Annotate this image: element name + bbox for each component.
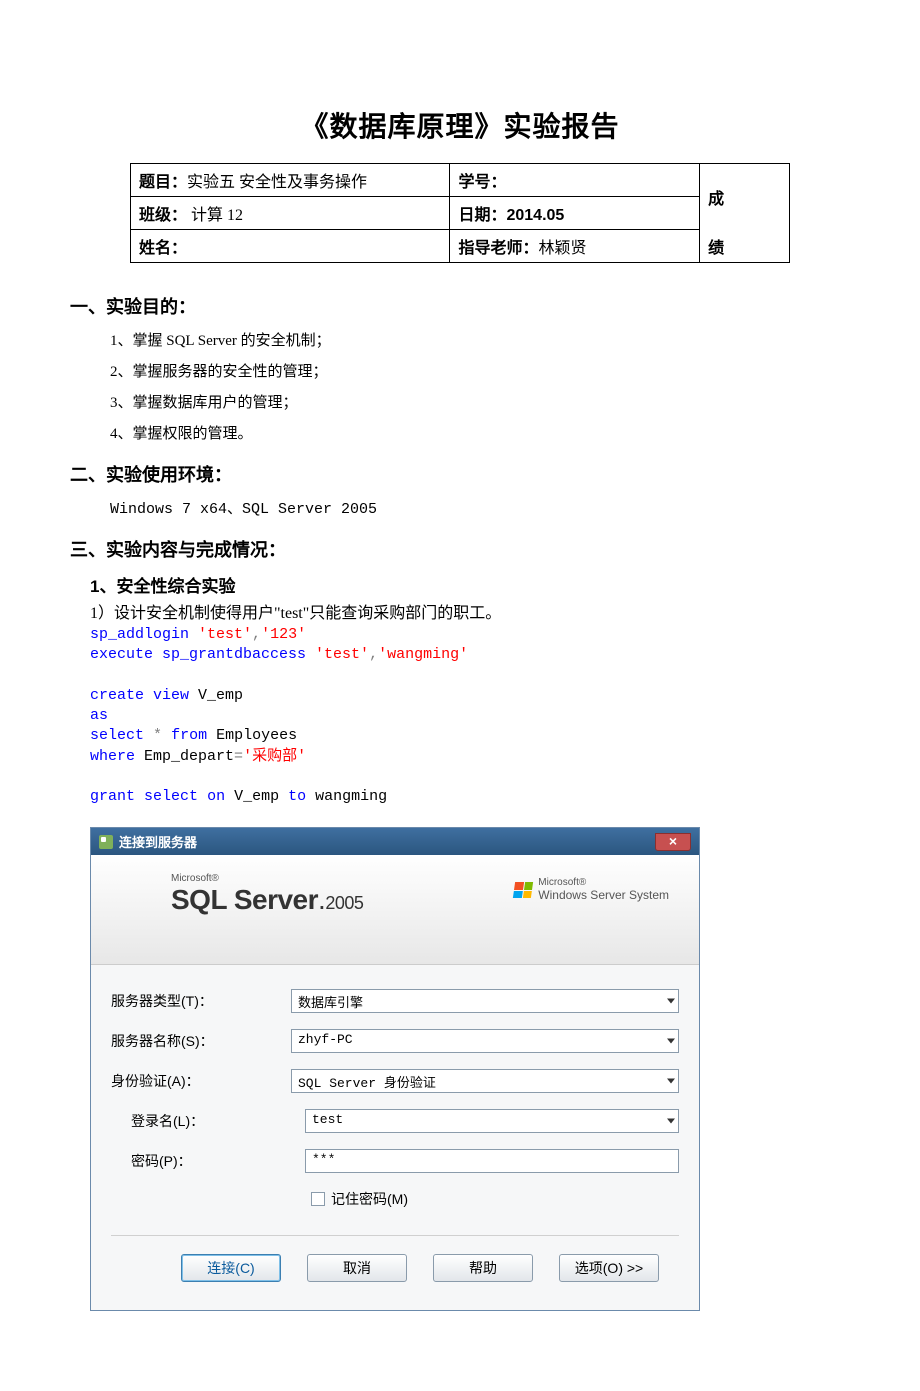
- server-name-label: 服务器名称(S)：: [111, 1031, 291, 1051]
- date-value: 2014.05: [506, 207, 564, 224]
- chevron-down-icon[interactable]: [667, 999, 675, 1004]
- banner-sql-bold: SQL Server: [171, 884, 318, 915]
- sec1-item-2: 2、掌握服务器的安全性的管理；: [110, 360, 850, 381]
- topic-value: 实验五 安全性及事务操作: [187, 174, 367, 191]
- remember-label: 记住密码(M): [331, 1189, 408, 1209]
- class-value: 计算 12: [191, 207, 243, 224]
- section3-head: 三、实验内容与完成情况：: [70, 536, 850, 562]
- wss-text: Windows Server System: [538, 888, 669, 902]
- close-button[interactable]: ×: [655, 833, 691, 851]
- chevron-down-icon[interactable]: [667, 1119, 675, 1124]
- chevron-down-icon[interactable]: [667, 1079, 675, 1084]
- sid-label: 学号：: [458, 174, 506, 191]
- auth-label: 身份验证(A)：: [111, 1071, 291, 1091]
- options-button[interactable]: 选项(O) >>: [559, 1254, 659, 1282]
- cancel-button[interactable]: 取消: [307, 1254, 407, 1282]
- name-label: 姓名：: [139, 240, 187, 257]
- section2-head: 二、实验使用环境：: [70, 461, 850, 487]
- class-label: 班级：: [139, 207, 187, 224]
- remember-checkbox[interactable]: [311, 1192, 325, 1206]
- env-text: Windows 7 x64、SQL Server 2005: [110, 497, 850, 518]
- sec1-item-1: 1、掌握 SQL Server 的安全机制；: [110, 329, 850, 350]
- dialog-banner: Microsoft® SQL Server.2005 Microsoft® Wi…: [91, 855, 699, 965]
- password-input[interactable]: ***: [305, 1149, 679, 1173]
- sec1-item-3: 3、掌握数据库用户的管理；: [110, 391, 850, 412]
- teacher-label: 指导老师：: [458, 240, 538, 257]
- dialog-title: 连接到服务器: [119, 832, 197, 851]
- info-table: 题目：实验五 安全性及事务操作 学号： 成 班级： 计算 12 日期：2014.…: [130, 163, 790, 263]
- button-bar: 连接(C) 取消 帮助 选项(O) >>: [111, 1235, 679, 1302]
- form-area: 服务器类型(T)： 数据库引擎 服务器名称(S)： zhyf-PC 身份验证(A…: [91, 965, 699, 1310]
- date-label: 日期：: [458, 207, 506, 224]
- section3-sub: 1、安全性综合实验: [90, 572, 850, 597]
- section3-task: 1）设计安全机制使得用户"test"只能查询采购部门的职工。: [90, 599, 850, 623]
- section1-head: 一、实验目的：: [70, 293, 850, 319]
- login-combo[interactable]: test: [305, 1109, 679, 1133]
- banner-sql-year: 2005: [325, 893, 363, 913]
- login-label: 登录名(L)：: [111, 1111, 291, 1131]
- password-label: 密码(P)：: [111, 1151, 291, 1171]
- sql-code-block: sp_addlogin 'test','123' execute sp_gran…: [90, 625, 850, 807]
- document-title: 《数据库原理》实验报告: [70, 105, 850, 145]
- help-button[interactable]: 帮助: [433, 1254, 533, 1282]
- sec1-item-4: 4、掌握权限的管理。: [110, 422, 850, 443]
- dialog-titlebar[interactable]: 连接到服务器 ×: [91, 828, 699, 855]
- app-icon: [99, 835, 113, 849]
- teacher-value: 林颖贤: [538, 240, 586, 257]
- grade-top: 成: [708, 191, 724, 208]
- server-type-label: 服务器类型(T)：: [111, 991, 291, 1011]
- auth-combo[interactable]: SQL Server 身份验证: [291, 1069, 679, 1093]
- topic-label: 题目：: [139, 174, 187, 191]
- connect-button[interactable]: 连接(C): [181, 1254, 281, 1282]
- connect-dialog: 连接到服务器 × Microsoft® SQL Server.2005 Micr…: [90, 827, 700, 1311]
- server-name-combo[interactable]: zhyf-PC: [291, 1029, 679, 1053]
- windows-flag-icon: [513, 882, 533, 898]
- chevron-down-icon[interactable]: [667, 1039, 675, 1044]
- grade-bottom: 绩: [708, 240, 724, 257]
- wss-ms: Microsoft®: [538, 877, 669, 888]
- server-type-combo[interactable]: 数据库引擎: [291, 989, 679, 1013]
